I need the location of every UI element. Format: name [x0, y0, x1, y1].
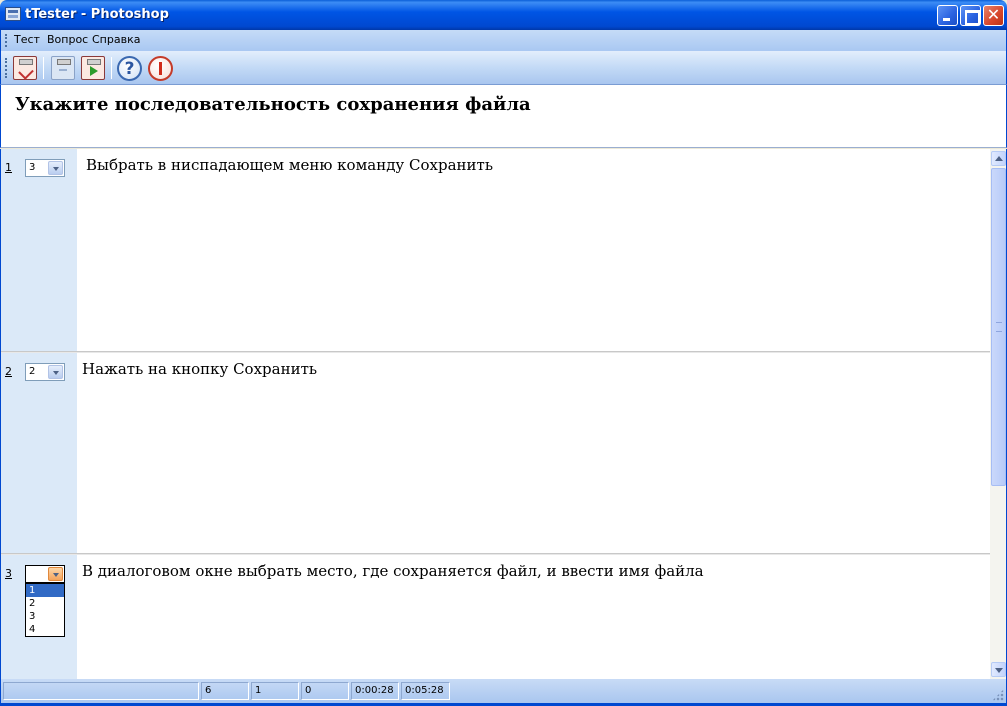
- close-icon: ✕: [986, 5, 1001, 24]
- order-select[interactable]: [25, 565, 65, 583]
- menu-test[interactable]: Тест: [14, 33, 40, 46]
- scroll-thumb[interactable]: [991, 168, 1006, 486]
- previous-question-icon[interactable]: [51, 56, 75, 80]
- answers-list: 1 3 Выбрать в ниспадающем меню команду С…: [0, 149, 990, 679]
- maximize-button[interactable]: [960, 5, 981, 26]
- dropdown-option[interactable]: 3: [26, 610, 64, 623]
- menu-question[interactable]: Вопрос: [47, 33, 88, 46]
- scroll-up-icon[interactable]: [991, 151, 1006, 166]
- status-message: [3, 682, 199, 700]
- toolbar-separator: [43, 57, 44, 79]
- status-current-question: 1: [251, 682, 299, 700]
- dropdown-option[interactable]: 2: [26, 597, 64, 610]
- question-panel: Укажите последовательность сохранения фа…: [0, 85, 1007, 148]
- close-button[interactable]: ✕: [983, 5, 1004, 26]
- resize-grip[interactable]: [992, 689, 1004, 701]
- answer-item: 3 1 2 3 4 В диалоговом окне выбрать мест…: [1, 555, 990, 679]
- answer-text: В диалоговом окне выбрать место, где сох…: [82, 562, 704, 580]
- chevron-down-icon[interactable]: [48, 365, 63, 379]
- order-select[interactable]: 3: [25, 159, 65, 177]
- status-total-time: 0:05:28: [401, 682, 450, 700]
- title-bar: tTester - Photoshop ✕: [0, 0, 1007, 30]
- help-glyph: ?: [124, 59, 135, 79]
- window-title: tTester - Photoshop: [25, 7, 169, 22]
- toolbar-separator: [111, 57, 112, 79]
- answer-text: Нажать на кнопку Сохранить: [82, 360, 318, 378]
- dropdown-option[interactable]: 4: [26, 623, 64, 636]
- stop-icon[interactable]: [148, 56, 173, 81]
- order-dropdown-list: 1 2 3 4: [25, 583, 65, 637]
- status-total-questions: 6: [201, 682, 249, 700]
- question-text: Укажите последовательность сохранения фа…: [15, 94, 531, 115]
- app-icon[interactable]: [5, 7, 21, 21]
- answer-item: 1 3 Выбрать в ниспадающем меню команду С…: [1, 149, 990, 353]
- menu-help[interactable]: Справка: [92, 33, 140, 46]
- menu-bar: Тест Вопрос Справка: [0, 30, 1007, 51]
- answer-number: 3: [5, 567, 12, 580]
- menu-grip-handle[interactable]: [5, 34, 7, 47]
- order-select-value: 2: [29, 366, 36, 377]
- status-answered: 0: [301, 682, 349, 700]
- answer-item: 2 2 Нажать на кнопку Сохранить: [1, 353, 990, 555]
- order-select-value: 3: [29, 162, 36, 173]
- answer-gutter: [1, 149, 77, 353]
- status-bar: 6 1 0 0:00:28 0:05:28: [0, 679, 1007, 706]
- answer-gutter: [1, 353, 77, 555]
- next-question-icon[interactable]: [81, 56, 105, 80]
- status-elapsed-time: 0:00:28: [351, 682, 399, 700]
- toolbar-grip-handle[interactable]: [5, 58, 7, 78]
- minimize-button[interactable]: [937, 5, 958, 26]
- toolbar: ?: [0, 51, 1007, 85]
- answer-text: Выбрать в ниспадающем меню команду Сохра…: [86, 156, 493, 174]
- answer-number: 2: [5, 365, 12, 378]
- help-icon[interactable]: ?: [117, 56, 142, 81]
- dropdown-option[interactable]: 1: [26, 584, 64, 597]
- chevron-down-icon[interactable]: [48, 161, 63, 175]
- scroll-down-icon[interactable]: [991, 662, 1006, 677]
- answer-number: 1: [5, 161, 12, 174]
- vertical-scrollbar[interactable]: [990, 149, 1007, 679]
- chevron-down-icon[interactable]: [48, 567, 63, 581]
- order-select[interactable]: 2: [25, 363, 65, 381]
- test-checklist-icon[interactable]: [13, 56, 37, 80]
